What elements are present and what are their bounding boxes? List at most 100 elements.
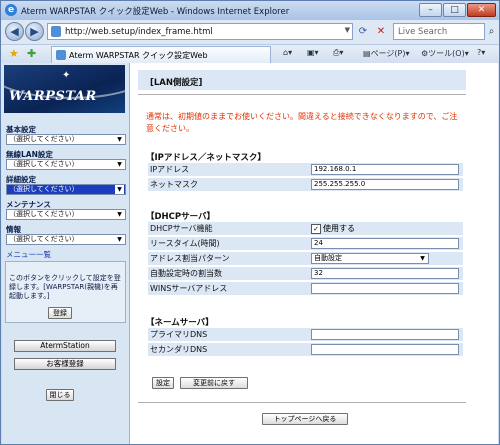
feeds-icon[interactable]: ▣▾ [307, 48, 319, 57]
favorites-star-icon[interactable]: ★ [9, 47, 19, 61]
close-window-button[interactable]: ✕ [467, 3, 496, 17]
table-row: IPアドレス 192.168.0.1 [148, 163, 463, 176]
select-value: （選択してください） [9, 135, 79, 143]
secondary-dns-label: セカンダリDNS [148, 343, 308, 356]
select-value: （選択してください） [9, 160, 79, 168]
wireless-settings-select[interactable]: （選択してください） ▼ [6, 159, 126, 170]
warpstar-logo: ✦ WARPSTAR [4, 65, 125, 113]
divider [138, 94, 466, 95]
back-icon[interactable]: ◀ [5, 22, 24, 41]
ip-address-label: IPアドレス [148, 163, 308, 176]
wins-server-label: WINSサーバアドレス [148, 282, 308, 295]
chevron-down-icon: ▼ [117, 136, 122, 143]
logo-text: WARPSTAR [9, 89, 97, 104]
secondary-dns-input[interactable] [311, 344, 459, 355]
aterm-station-button[interactable]: AtermStation [14, 340, 116, 352]
help-icon[interactable]: ?▾ [477, 48, 485, 57]
tab-title: Aterm WARPSTAR クイック設定Web [69, 51, 208, 60]
window-title: Aterm WARPSTAR クイック設定Web - Windows Inter… [21, 7, 290, 17]
table-row: 自動設定時の割当数 32 [148, 267, 463, 280]
table-row: リースタイム(時間) 24 [148, 237, 463, 250]
title-bar: e Aterm WARPSTAR クイック設定Web - Windows Int… [1, 1, 499, 20]
set-button[interactable]: 設定 [152, 377, 174, 389]
select-value: （選択してください） [9, 210, 79, 218]
menu-group-info: 情報 （選択してください） ▼ [6, 224, 126, 245]
address-bar[interactable]: http://web.setup/index_frame.html ▼ [47, 23, 353, 40]
customer-register-button[interactable]: お客様登録 [14, 358, 116, 370]
chevron-down-icon: ▼ [117, 161, 122, 168]
maximize-button[interactable]: □ [443, 3, 466, 17]
main-frame: [LAN側設定] 通常は、初期値のままでお使いください。間違えると接続できなくな… [130, 63, 498, 444]
select-value: 自動設定 [314, 254, 342, 262]
register-note: このボタンをクリックして設定を登録します。[WARPSTAR(親機)を再起動しま… [9, 274, 121, 300]
maintenance-select[interactable]: （選択してください） ▼ [6, 209, 126, 220]
menu-frame: ✦ WARPSTAR 基本設定 （選択してください） ▼ 無線LAN設定 （選択し… [2, 63, 130, 444]
tools-menu[interactable]: ⚙ツール(O)▾ [421, 48, 469, 59]
table-row: プライマリDNS [148, 328, 463, 341]
print-icon[interactable]: ⎙▾ [333, 48, 343, 58]
table-row: DHCPサーバ機能 ✓ 使用する [148, 222, 463, 235]
dhcp-table: DHCPサーバ機能 ✓ 使用する リースタイム(時間) 24 アドレス割当パターン… [148, 220, 463, 297]
primary-dns-input[interactable] [311, 329, 459, 340]
ip-address-input[interactable]: 192.168.0.1 [311, 164, 459, 175]
table-row: ネットマスク 255.255.255.0 [148, 178, 463, 191]
menu-group-maintenance: メンテナンス （選択してください） ▼ [6, 199, 126, 220]
navigation-bar: ◀ ▶ http://web.setup/index_frame.html ▼ … [1, 20, 499, 44]
register-button[interactable]: 登録 [48, 307, 72, 319]
refresh-icon[interactable]: ⟳ [355, 23, 371, 40]
menu-group-wireless: 無線LAN設定 （選択してください） ▼ [6, 149, 126, 170]
select-value: （選択してください） [9, 235, 79, 243]
search-input[interactable]: Live Search [393, 23, 485, 40]
page-menu[interactable]: ▤ページ(P)▾ [363, 48, 409, 59]
ie-logo-icon: e [5, 4, 17, 16]
assign-count-input[interactable]: 32 [311, 268, 459, 279]
advanced-settings-select[interactable]: （選択してください） ▼ [6, 184, 126, 195]
browser-window: e Aterm WARPSTAR クイック設定Web - Windows Int… [0, 0, 500, 445]
table-row: アドレス割当パターン 自動設定 ▼ [148, 252, 463, 265]
menu-group-label: 無線LAN設定 [6, 150, 53, 159]
basic-settings-select[interactable]: （選択してください） ▼ [6, 134, 126, 145]
forward-icon[interactable]: ▶ [25, 22, 44, 41]
stop-icon[interactable]: ✕ [373, 23, 389, 40]
page-content: ✦ WARPSTAR 基本設定 （選択してください） ▼ 無線LAN設定 （選択し… [2, 63, 498, 444]
address-url: http://web.setup/index_frame.html [65, 27, 213, 37]
lease-time-input[interactable]: 24 [311, 238, 459, 249]
ip-table: IPアドレス 192.168.0.1 ネットマスク 255.255.255.0 [148, 161, 463, 193]
chevron-down-icon: ▼ [115, 185, 124, 194]
menu-group-basic: 基本設定 （選択してください） ▼ [6, 124, 126, 145]
table-row: WINSサーバアドレス [148, 282, 463, 295]
tab-aterm[interactable]: Aterm WARPSTAR クイック設定Web [51, 46, 271, 63]
revert-button[interactable]: 変更前に戻す [180, 377, 248, 389]
warning-text: 通常は、初期値のままでお使いください。間違えると接続できなくなりますので、ご注意… [146, 112, 458, 133]
menu-group-label: 情報 [6, 225, 21, 234]
dhcp-enable-label: 使用する [323, 224, 355, 233]
primary-dns-label: プライマリDNS [148, 328, 308, 341]
add-favorites-icon[interactable]: ✚ [27, 47, 36, 61]
address-pattern-label: アドレス割当パターン [148, 252, 308, 265]
table-row: セカンダリDNS [148, 343, 463, 356]
chevron-down-icon: ▼ [117, 236, 122, 243]
page-icon [51, 26, 61, 37]
dhcp-enable-checkbox[interactable]: ✓ [311, 223, 321, 234]
lease-time-label: リースタイム(時間) [148, 237, 308, 250]
dns-table: プライマリDNS セカンダリDNS [148, 326, 463, 358]
info-select[interactable]: （選択してください） ▼ [6, 234, 126, 245]
top-page-button[interactable]: トップページへ戻る [262, 413, 348, 425]
wins-server-input[interactable] [311, 283, 459, 294]
chevron-down-icon[interactable]: ▼ [345, 26, 350, 34]
netmask-label: ネットマスク [148, 178, 308, 191]
tools-menu-label: ツール(O) [428, 49, 465, 58]
select-value: （選択してください） [9, 185, 79, 193]
assign-count-label: 自動設定時の割当数 [148, 267, 308, 280]
minimize-button[interactable]: – [419, 3, 442, 17]
search-icon[interactable]: ⌕ [485, 23, 498, 40]
chevron-down-icon: ▼ [117, 211, 122, 218]
netmask-input[interactable]: 255.255.255.0 [311, 179, 459, 190]
close-button[interactable]: 閉じる [46, 389, 74, 401]
menu-group-label: 基本設定 [6, 125, 36, 134]
logo-spark-icon: ✦ [62, 70, 71, 81]
dhcp-function-label: DHCPサーバ機能 [148, 222, 308, 235]
menu-list-link[interactable]: メニュー一覧 [6, 249, 51, 260]
home-icon[interactable]: ⌂▾ [283, 48, 292, 57]
address-pattern-select[interactable]: 自動設定 ▼ [311, 253, 429, 264]
